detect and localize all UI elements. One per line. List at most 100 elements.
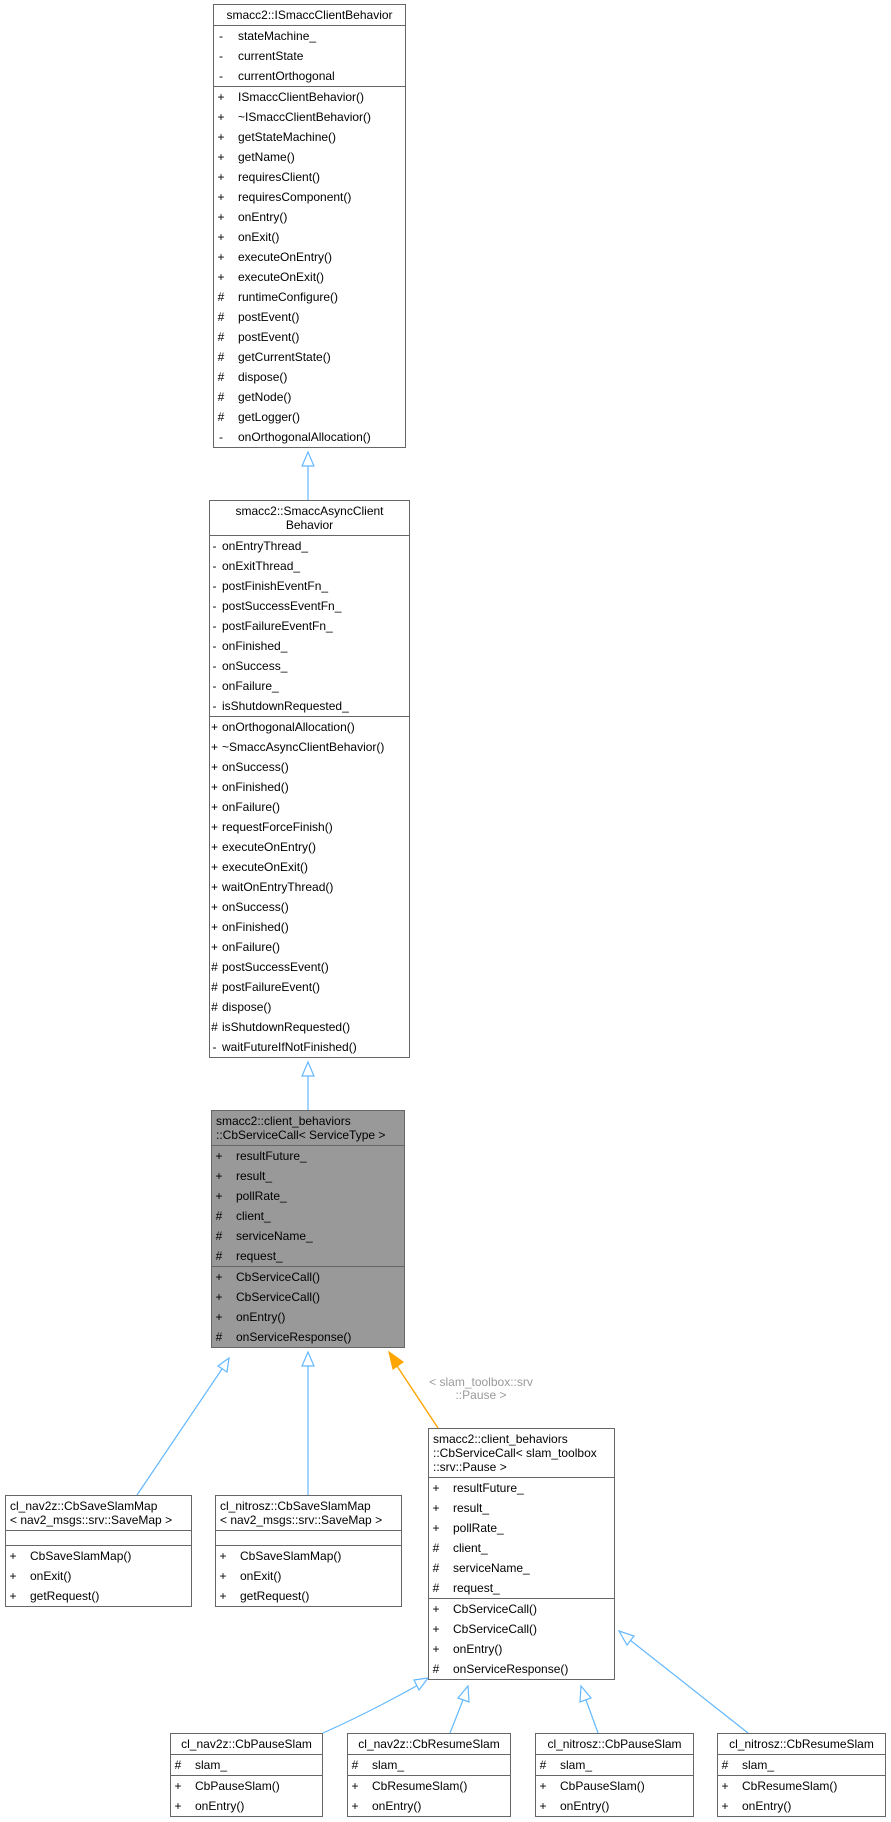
attribute-row[interactable]: + result_: [212, 1166, 404, 1186]
attribute-row[interactable]: + pollRate_: [429, 1518, 614, 1538]
attribute-row[interactable]: - onEntryThread_: [210, 536, 409, 556]
method-row[interactable]: + onSuccess(): [210, 897, 409, 917]
class-nav2pause[interactable]: cl_nav2z::CbPauseSlam # slam_ + CbPauseSlam(…: [170, 1733, 323, 1817]
attribute-row[interactable]: # request_: [429, 1578, 614, 1598]
attribute-row[interactable]: - onFinished_: [210, 636, 409, 656]
method-row[interactable]: + onFailure(): [210, 937, 409, 957]
method-row[interactable]: + onSuccess(): [210, 757, 409, 777]
method-row[interactable]: # onServiceResponse(): [429, 1659, 614, 1679]
attribute-row[interactable]: - isShutdownRequested_: [210, 696, 409, 716]
class-nav2save[interactable]: cl_nav2z::CbSaveSlamMap < nav2_msgs::srv:…: [5, 1495, 192, 1607]
method-row[interactable]: + onEntry(): [429, 1639, 614, 1659]
method-row[interactable]: + requiresClient(): [214, 167, 405, 187]
attribute-row[interactable]: - postFinishEventFn_: [210, 576, 409, 596]
attribute-row[interactable]: + pollRate_: [212, 1186, 404, 1206]
class-nitropause[interactable]: cl_nitrosz::CbPauseSlam # slam_ + CbPauseSla…: [535, 1733, 694, 1817]
attribute-row[interactable]: # slam_: [348, 1755, 510, 1775]
method-row[interactable]: # postEvent(): [214, 327, 405, 347]
method-row[interactable]: + CbPauseSlam(): [536, 1776, 693, 1796]
class-isc[interactable]: smacc2::ISmaccClientBehavior - stateMachin…: [213, 4, 406, 448]
attribute-row[interactable]: - onExitThread_: [210, 556, 409, 576]
method-row[interactable]: + executeOnEntry(): [214, 247, 405, 267]
class-nav2resume[interactable]: cl_nav2z::CbResumeSlam # slam_ + CbResumeSla…: [347, 1733, 511, 1817]
class-nitrosave[interactable]: cl_nitrosz::CbSaveSlamMap < nav2_msgs::sr…: [215, 1495, 402, 1607]
method-row[interactable]: + CbServiceCall(): [429, 1619, 614, 1639]
method-row[interactable]: + onEntry(): [212, 1307, 404, 1327]
class-cbsc[interactable]: smacc2::client_behaviors::CbServiceCall<…: [211, 1110, 405, 1348]
method-row[interactable]: + ~ISmaccClientBehavior(): [214, 107, 405, 127]
method-row[interactable]: + onEntry(): [348, 1796, 510, 1816]
attribute-row[interactable]: # serviceName_: [212, 1226, 404, 1246]
attribute-row[interactable]: + result_: [429, 1498, 614, 1518]
class-sacb[interactable]: smacc2::SmaccAsyncClient Behavior - onEntry…: [209, 500, 410, 1058]
method-row[interactable]: + CbServiceCall(): [212, 1287, 404, 1307]
method-row[interactable]: + onFailure(): [210, 797, 409, 817]
attribute-row[interactable]: + resultFuture_: [212, 1146, 404, 1166]
attribute-row[interactable]: # slam_: [171, 1755, 322, 1775]
methods-section: + CbSaveSlamMap() + onExit() + getRequest(): [216, 1546, 401, 1606]
method-row[interactable]: # dispose(): [214, 367, 405, 387]
method-row[interactable]: + CbResumeSlam(): [348, 1776, 510, 1796]
method-row[interactable]: + onEntry(): [718, 1796, 885, 1816]
method-row[interactable]: + onEntry(): [171, 1796, 322, 1816]
method-row[interactable]: - onOrthogonalAllocation(): [214, 427, 405, 447]
method-row[interactable]: + onExit(): [214, 227, 405, 247]
method-row[interactable]: + CbSaveSlamMap(): [216, 1546, 401, 1566]
attribute-row[interactable]: # request_: [212, 1246, 404, 1266]
method-row[interactable]: + onFinished(): [210, 777, 409, 797]
attribute-row[interactable]: # client_: [429, 1538, 614, 1558]
attribute-row[interactable]: - postSuccessEventFn_: [210, 596, 409, 616]
method-row[interactable]: + onExit(): [6, 1566, 191, 1586]
method-row[interactable]: # postEvent(): [214, 307, 405, 327]
method-row[interactable]: + ISmaccClientBehavior(): [214, 87, 405, 107]
method-row[interactable]: + getRequest(): [6, 1586, 191, 1606]
class-cbscpause[interactable]: smacc2::client_behaviors::CbServiceCall<…: [428, 1428, 615, 1680]
method-row[interactable]: + onEntry(): [536, 1796, 693, 1816]
visibility-marker: -: [219, 49, 223, 63]
method-row[interactable]: + CbResumeSlam(): [718, 1776, 885, 1796]
method-row[interactable]: - waitFutureIfNotFinished(): [210, 1037, 409, 1057]
method-row[interactable]: + getRequest(): [216, 1586, 401, 1606]
method-row[interactable]: + ~SmaccAsyncClientBehavior(): [210, 737, 409, 757]
attribute-row[interactable]: # client_: [212, 1206, 404, 1226]
method-name: CbPauseSlam(): [560, 1779, 645, 1793]
attribute-row[interactable]: # slam_: [718, 1755, 885, 1775]
attribute-row[interactable]: - stateMachine_: [214, 26, 405, 46]
method-row[interactable]: + CbSaveSlamMap(): [6, 1546, 191, 1566]
method-row[interactable]: + onFinished(): [210, 917, 409, 937]
method-row[interactable]: + executeOnExit(): [214, 267, 405, 287]
attribute-row[interactable]: - onSuccess_: [210, 656, 409, 676]
method-row[interactable]: # getNode(): [214, 387, 405, 407]
method-row[interactable]: # isShutdownRequested(): [210, 1017, 409, 1037]
method-row[interactable]: + onOrthogonalAllocation(): [210, 717, 409, 737]
class-nitroresume[interactable]: cl_nitrosz::CbResumeSlam # slam_ + CbResumeS…: [717, 1733, 886, 1817]
attribute-row[interactable]: - currentOrthogonal: [214, 66, 405, 86]
attribute-row[interactable]: - currentState: [214, 46, 405, 66]
method-row[interactable]: # onServiceResponse(): [212, 1327, 404, 1347]
method-row[interactable]: + CbServiceCall(): [212, 1267, 404, 1287]
method-row[interactable]: + executeOnEntry(): [210, 837, 409, 857]
method-row[interactable]: + getName(): [214, 147, 405, 167]
method-row[interactable]: + executeOnExit(): [210, 857, 409, 877]
visibility-marker: +: [9, 1549, 17, 1563]
attribute-row[interactable]: # slam_: [536, 1755, 693, 1775]
method-row[interactable]: + onEntry(): [214, 207, 405, 227]
attribute-row[interactable]: # serviceName_: [429, 1558, 614, 1578]
attribute-row[interactable]: + resultFuture_: [429, 1478, 614, 1498]
method-row[interactable]: + requiresComponent(): [214, 187, 405, 207]
method-row[interactable]: # postFailureEvent(): [210, 977, 409, 997]
method-row[interactable]: + getStateMachine(): [214, 127, 405, 147]
method-row[interactable]: # getCurrentState(): [214, 347, 405, 367]
method-row[interactable]: + onExit(): [216, 1566, 401, 1586]
method-row[interactable]: # postSuccessEvent(): [210, 957, 409, 977]
method-row[interactable]: + CbServiceCall(): [429, 1599, 614, 1619]
attribute-row[interactable]: - onFailure_: [210, 676, 409, 696]
method-row[interactable]: + waitOnEntryThread(): [210, 877, 409, 897]
method-row[interactable]: + CbPauseSlam(): [171, 1776, 322, 1796]
method-row[interactable]: + requestForceFinish(): [210, 817, 409, 837]
class-title-line: Behavior: [285, 518, 334, 532]
method-row[interactable]: # dispose(): [210, 997, 409, 1017]
attribute-row[interactable]: - postFailureEventFn_: [210, 616, 409, 636]
method-row[interactable]: # getLogger(): [214, 407, 405, 427]
method-row[interactable]: # runtimeConfigure(): [214, 287, 405, 307]
